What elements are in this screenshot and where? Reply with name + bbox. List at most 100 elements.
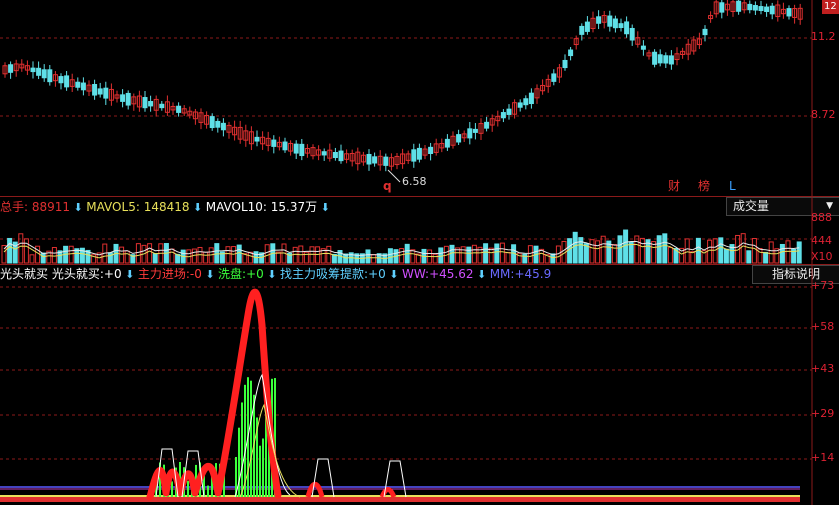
candle-body <box>472 128 478 133</box>
candle-body <box>579 25 585 35</box>
candle-body <box>125 92 131 106</box>
finance-badge[interactable]: 财 <box>668 179 680 193</box>
volume-bar <box>275 251 281 264</box>
volume-axis-label-1: 888 <box>811 211 832 224</box>
candle-body <box>607 15 613 27</box>
candle-body <box>383 156 389 166</box>
candle-body <box>176 105 182 113</box>
volume-bar <box>147 243 153 264</box>
volume-bar <box>18 233 24 264</box>
volume-bar <box>326 245 332 264</box>
volume-bar <box>707 239 713 264</box>
volume-bar <box>757 247 763 264</box>
volume-bar <box>247 251 253 264</box>
candle-body <box>411 149 417 162</box>
volume-bar <box>152 253 158 264</box>
volume-bar <box>785 240 791 264</box>
volume-bar <box>303 251 309 264</box>
candle-body <box>657 54 663 64</box>
candle-body <box>41 69 47 79</box>
volume-bar <box>225 246 231 264</box>
candle-body <box>64 75 70 88</box>
candle-body <box>523 98 529 106</box>
volume-bar <box>723 248 729 264</box>
candle-body <box>747 3 753 11</box>
candle-body <box>97 88 103 95</box>
volume-bar <box>410 249 416 264</box>
volume-bar <box>779 243 785 264</box>
volume-bar <box>634 235 640 264</box>
candle-body <box>719 2 725 13</box>
candle-body <box>456 134 462 143</box>
candle-body <box>551 73 557 82</box>
ranking-badge[interactable]: 榜 <box>698 179 710 193</box>
volume-bar <box>505 251 511 264</box>
candle-body <box>8 64 14 73</box>
volume-bar <box>68 245 74 264</box>
candle-body <box>596 16 602 24</box>
volume-bar <box>589 239 595 264</box>
volume-bar <box>617 235 623 264</box>
candle-body <box>428 146 434 155</box>
candle-body <box>758 6 764 12</box>
volume-bar <box>135 243 141 264</box>
volume-bar <box>499 242 505 264</box>
candle-body <box>209 116 215 129</box>
price-flag: 12 <box>822 0 839 14</box>
volume-bar <box>236 244 242 264</box>
volume-bar <box>796 241 802 264</box>
candle-body <box>92 84 98 96</box>
candle-body <box>30 67 36 73</box>
main-force-line <box>146 288 282 501</box>
candlestick-chart <box>0 0 813 196</box>
indicator-pane[interactable]: 光头就买 光头就买:+0 ⬇ 主力进场:-0 ⬇ 洗盘:+0 ⬇ 找主力吸筹提款… <box>0 264 839 505</box>
volume-bar <box>623 229 629 264</box>
candle-body <box>640 45 646 50</box>
wash-bar <box>207 485 209 497</box>
wash-bar <box>187 480 189 497</box>
indicator-axis-label-2: +58 <box>811 320 835 333</box>
l-badge[interactable]: L <box>729 179 736 193</box>
candle-body <box>103 87 109 99</box>
candle-body <box>568 49 574 57</box>
candle-body <box>467 128 473 139</box>
candle-body <box>668 55 674 65</box>
volume-bar <box>40 252 46 264</box>
price-chart-pane[interactable]: 11.2 8.72 q 6.58 财 榜 L 12 <box>0 0 839 196</box>
volume-bar <box>768 241 774 264</box>
volume-bar <box>365 249 371 264</box>
volume-bar <box>7 237 13 264</box>
wash-bar <box>171 481 173 497</box>
volume-bar <box>763 251 769 264</box>
q-marker: q <box>383 179 392 193</box>
volume-bar <box>527 245 533 264</box>
candle-body <box>254 136 260 142</box>
candle-body <box>47 69 53 83</box>
volume-bar <box>107 252 113 264</box>
indicator-axis-label-4: +29 <box>811 407 835 420</box>
volume-bar-chart <box>0 197 813 265</box>
volume-axis-label-2: 444 <box>811 234 832 247</box>
candle-body <box>444 138 450 148</box>
volume-bar <box>203 251 209 264</box>
candle-body <box>148 101 154 107</box>
wash-bar <box>262 438 264 497</box>
volume-bar <box>29 254 35 264</box>
candle-body <box>652 51 658 65</box>
volume-axis-label-3: X10 <box>811 250 833 263</box>
wash-bar <box>241 402 243 497</box>
low-price-marker: 6.58 <box>402 175 427 188</box>
volume-bar <box>639 237 645 264</box>
volume-bar <box>124 250 130 264</box>
volume-bar <box>718 237 724 264</box>
candle-body <box>321 151 327 156</box>
indicator-chart <box>0 265 813 505</box>
candle-body <box>299 143 305 157</box>
candle-body <box>215 120 221 128</box>
base-red-band <box>0 497 800 502</box>
volume-pane[interactable]: 总手: 88911 ⬇ MAVOL5: 148418 ⬇ MAVOL10: 15… <box>0 196 839 265</box>
volume-bar <box>169 248 175 264</box>
volume-bar <box>611 244 617 264</box>
candle-body <box>282 141 288 151</box>
indicator-axis-label-5: +14 <box>811 451 835 464</box>
